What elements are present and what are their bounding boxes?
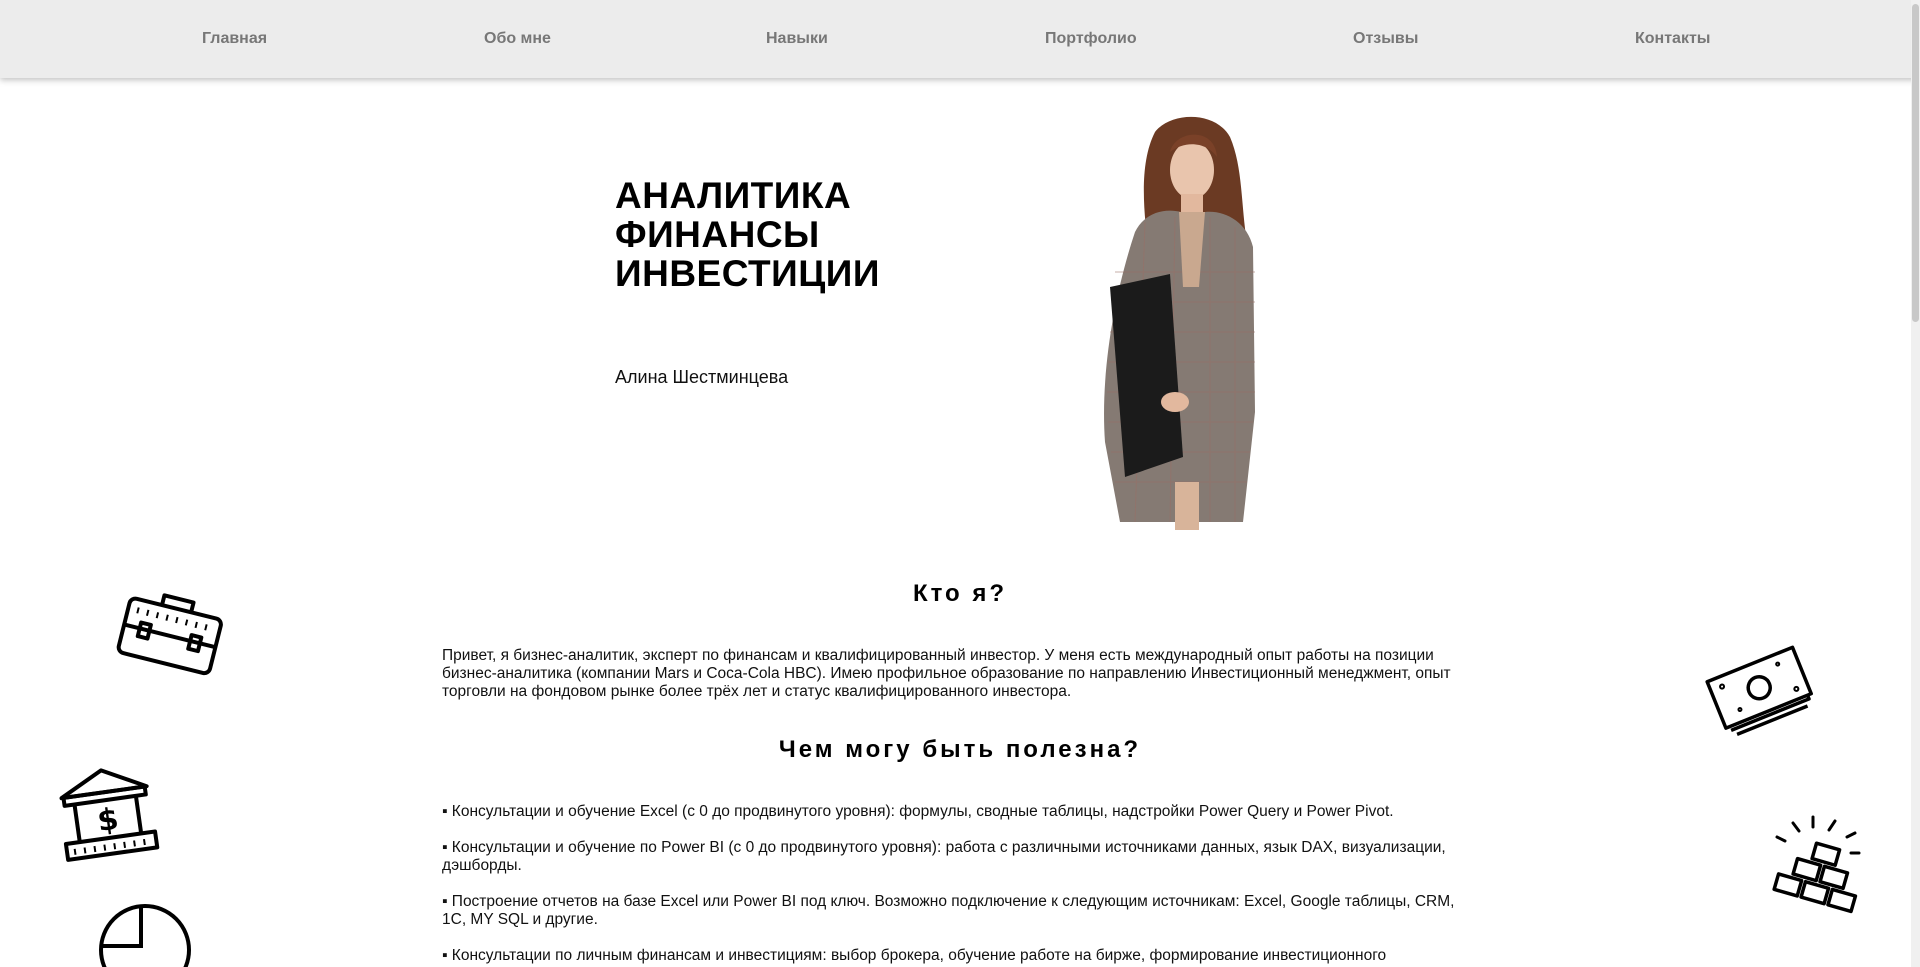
page-scrollbar[interactable] bbox=[1911, 0, 1920, 967]
services-section-title: Чем могу быть полезна? bbox=[778, 736, 1142, 763]
service-item-personal-finance: ▪ Консультации по личным финансам и инве… bbox=[442, 947, 1387, 964]
nav-item-skills[interactable]: Навыки bbox=[766, 30, 828, 48]
service-item-excel: ▪ Консультации и обучение Excel (с 0 до … bbox=[442, 803, 1394, 820]
hero-title-line-analytics: АНАЛИТИКА bbox=[615, 175, 852, 216]
nav-item-portfolio[interactable]: Портфолио bbox=[1045, 30, 1137, 48]
service-item-reports: ▪ Построение отчетов на базе Excel или P… bbox=[442, 893, 1455, 928]
service-item-power-bi: ▪ Консультации и обучение по Power BI (с… bbox=[442, 839, 1446, 874]
nav-item-reviews[interactable]: Отзывы bbox=[1353, 30, 1418, 48]
svg-text:$: $ bbox=[95, 802, 121, 840]
about-text: Привет, я бизнес-аналитик, эксперт по фи… bbox=[442, 647, 1482, 701]
nav-item-home[interactable]: Главная bbox=[202, 30, 267, 48]
bank-icon: $ bbox=[59, 768, 160, 862]
hero-person-name: Алина Шестминцева bbox=[615, 367, 789, 387]
briefcase-icon bbox=[116, 593, 223, 676]
portrait-photo bbox=[1104, 116, 1255, 530]
top-navigation: Главная Обо мне Навыки Портфолио Отзывы … bbox=[0, 0, 1920, 78]
scrollbar-thumb[interactable] bbox=[1912, 4, 1919, 322]
nav-item-contacts[interactable]: Контакты bbox=[1635, 30, 1710, 48]
about-paragraph: Привет, я бизнес-аналитик, эксперт по фи… bbox=[442, 647, 1451, 700]
money-stack-icon bbox=[1705, 645, 1813, 737]
gold-bars-icon bbox=[1772, 815, 1861, 914]
hero-title: АНАЛИТИКА ФИНАНСЫ ИНВЕСТИЦИИ bbox=[615, 176, 880, 293]
pie-chart-icon bbox=[99, 904, 191, 967]
hero-title-line-finance: ФИНАНСЫ bbox=[615, 214, 820, 255]
nav-item-about[interactable]: Обо мне bbox=[484, 30, 551, 48]
about-section-title: Кто я? bbox=[912, 580, 1008, 607]
hero-title-line-investments: ИНВЕСТИЦИИ bbox=[615, 253, 880, 294]
